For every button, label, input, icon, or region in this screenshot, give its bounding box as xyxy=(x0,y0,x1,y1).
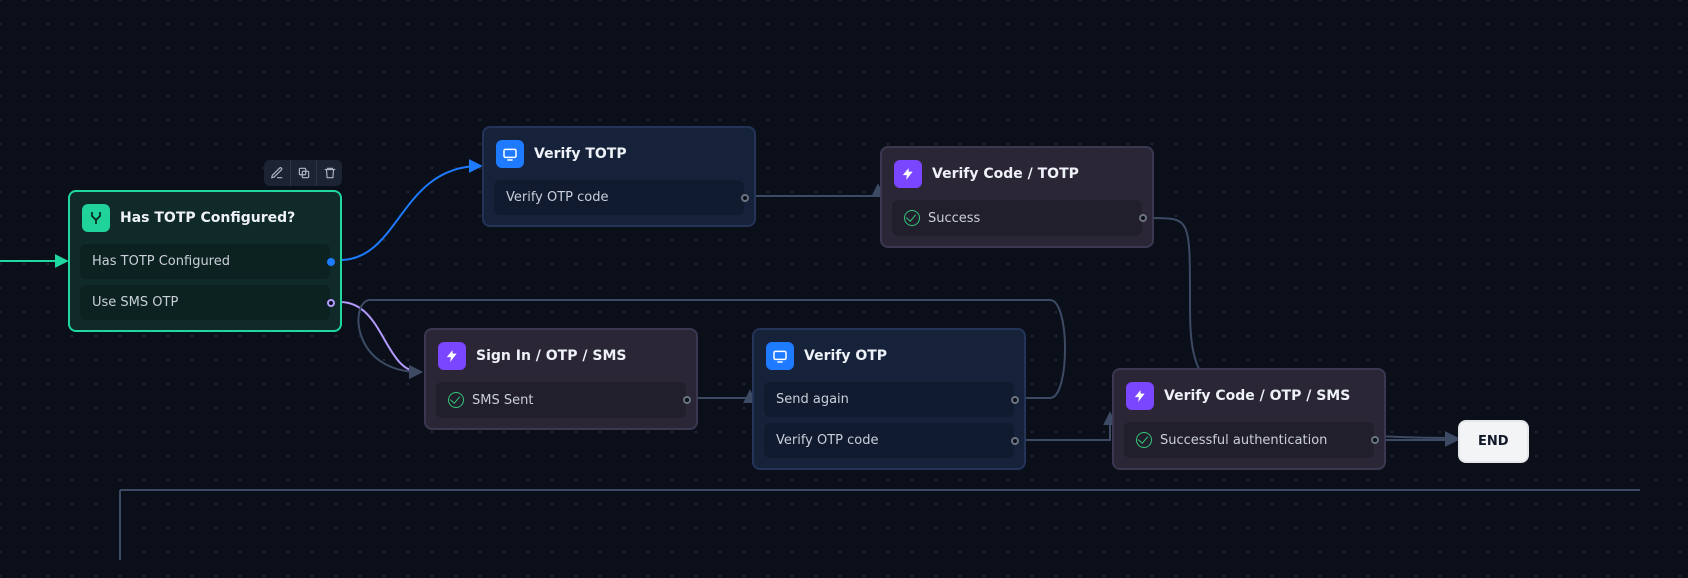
output-port[interactable] xyxy=(741,194,749,202)
row-verify-otp-code[interactable]: Verify OTP code xyxy=(494,180,744,215)
row-label: Successful authentication xyxy=(1160,433,1327,448)
node-title: Verify Code / TOTP xyxy=(932,166,1079,182)
node-verify-otp[interactable]: Verify OTP Send again Verify OTP code xyxy=(752,328,1026,470)
row-label: Success xyxy=(928,211,980,226)
output-port[interactable] xyxy=(1139,214,1147,222)
duplicate-button[interactable] xyxy=(290,160,316,186)
screen-icon xyxy=(496,140,524,168)
row-send-again[interactable]: Send again xyxy=(764,382,1014,417)
node-title: Has TOTP Configured? xyxy=(120,210,295,226)
delete-button[interactable] xyxy=(316,160,342,186)
row-use-sms-otp[interactable]: Use SMS OTP xyxy=(80,285,330,320)
node-sign-in-sms[interactable]: Sign In / OTP / SMS SMS Sent xyxy=(424,328,698,430)
node-title: Sign In / OTP / SMS xyxy=(476,348,626,364)
row-sms-sent[interactable]: SMS Sent xyxy=(436,382,686,418)
node-header: Verify Code / OTP / SMS xyxy=(1124,380,1374,414)
node-title: Verify OTP xyxy=(804,348,887,364)
output-port[interactable] xyxy=(1371,436,1379,444)
row-verify-otp-code[interactable]: Verify OTP code xyxy=(764,423,1014,458)
node-title: Verify TOTP xyxy=(534,146,627,162)
screen-icon xyxy=(766,342,794,370)
row-label: Verify OTP code xyxy=(506,190,609,205)
node-header: Verify OTP xyxy=(764,340,1014,374)
row-label: Verify OTP code xyxy=(776,433,879,448)
end-label: END xyxy=(1478,434,1509,449)
row-label: Use SMS OTP xyxy=(92,295,178,310)
node-header: Verify TOTP xyxy=(494,138,744,172)
output-port[interactable] xyxy=(1011,396,1019,404)
node-toolbar xyxy=(264,160,342,186)
row-successful-auth[interactable]: Successful authentication xyxy=(1124,422,1374,458)
node-has-totp[interactable]: Has TOTP Configured? Has TOTP Configured… xyxy=(68,190,342,332)
node-verify-totp[interactable]: Verify TOTP Verify OTP code xyxy=(482,126,756,227)
output-port[interactable] xyxy=(683,396,691,404)
lightning-icon xyxy=(438,342,466,370)
row-label: Has TOTP Configured xyxy=(92,254,230,269)
lightning-icon xyxy=(1126,382,1154,410)
end-node[interactable]: END xyxy=(1458,420,1529,463)
node-verify-code-sms[interactable]: Verify Code / OTP / SMS Successful authe… xyxy=(1112,368,1386,470)
output-port[interactable] xyxy=(1011,437,1019,445)
node-title: Verify Code / OTP / SMS xyxy=(1164,388,1350,404)
row-success[interactable]: Success xyxy=(892,200,1142,236)
node-header: Verify Code / TOTP xyxy=(892,158,1142,192)
row-label: SMS Sent xyxy=(472,393,533,408)
lightning-icon xyxy=(894,160,922,188)
output-port[interactable] xyxy=(327,258,335,266)
row-label: Send again xyxy=(776,392,849,407)
row-has-totp-configured[interactable]: Has TOTP Configured xyxy=(80,244,330,279)
edit-button[interactable] xyxy=(264,160,290,186)
branch-icon xyxy=(82,204,110,232)
node-verify-code-totp[interactable]: Verify Code / TOTP Success xyxy=(880,146,1154,248)
node-header: Has TOTP Configured? xyxy=(80,202,330,236)
output-port[interactable] xyxy=(327,299,335,307)
node-header: Sign In / OTP / SMS xyxy=(436,340,686,374)
